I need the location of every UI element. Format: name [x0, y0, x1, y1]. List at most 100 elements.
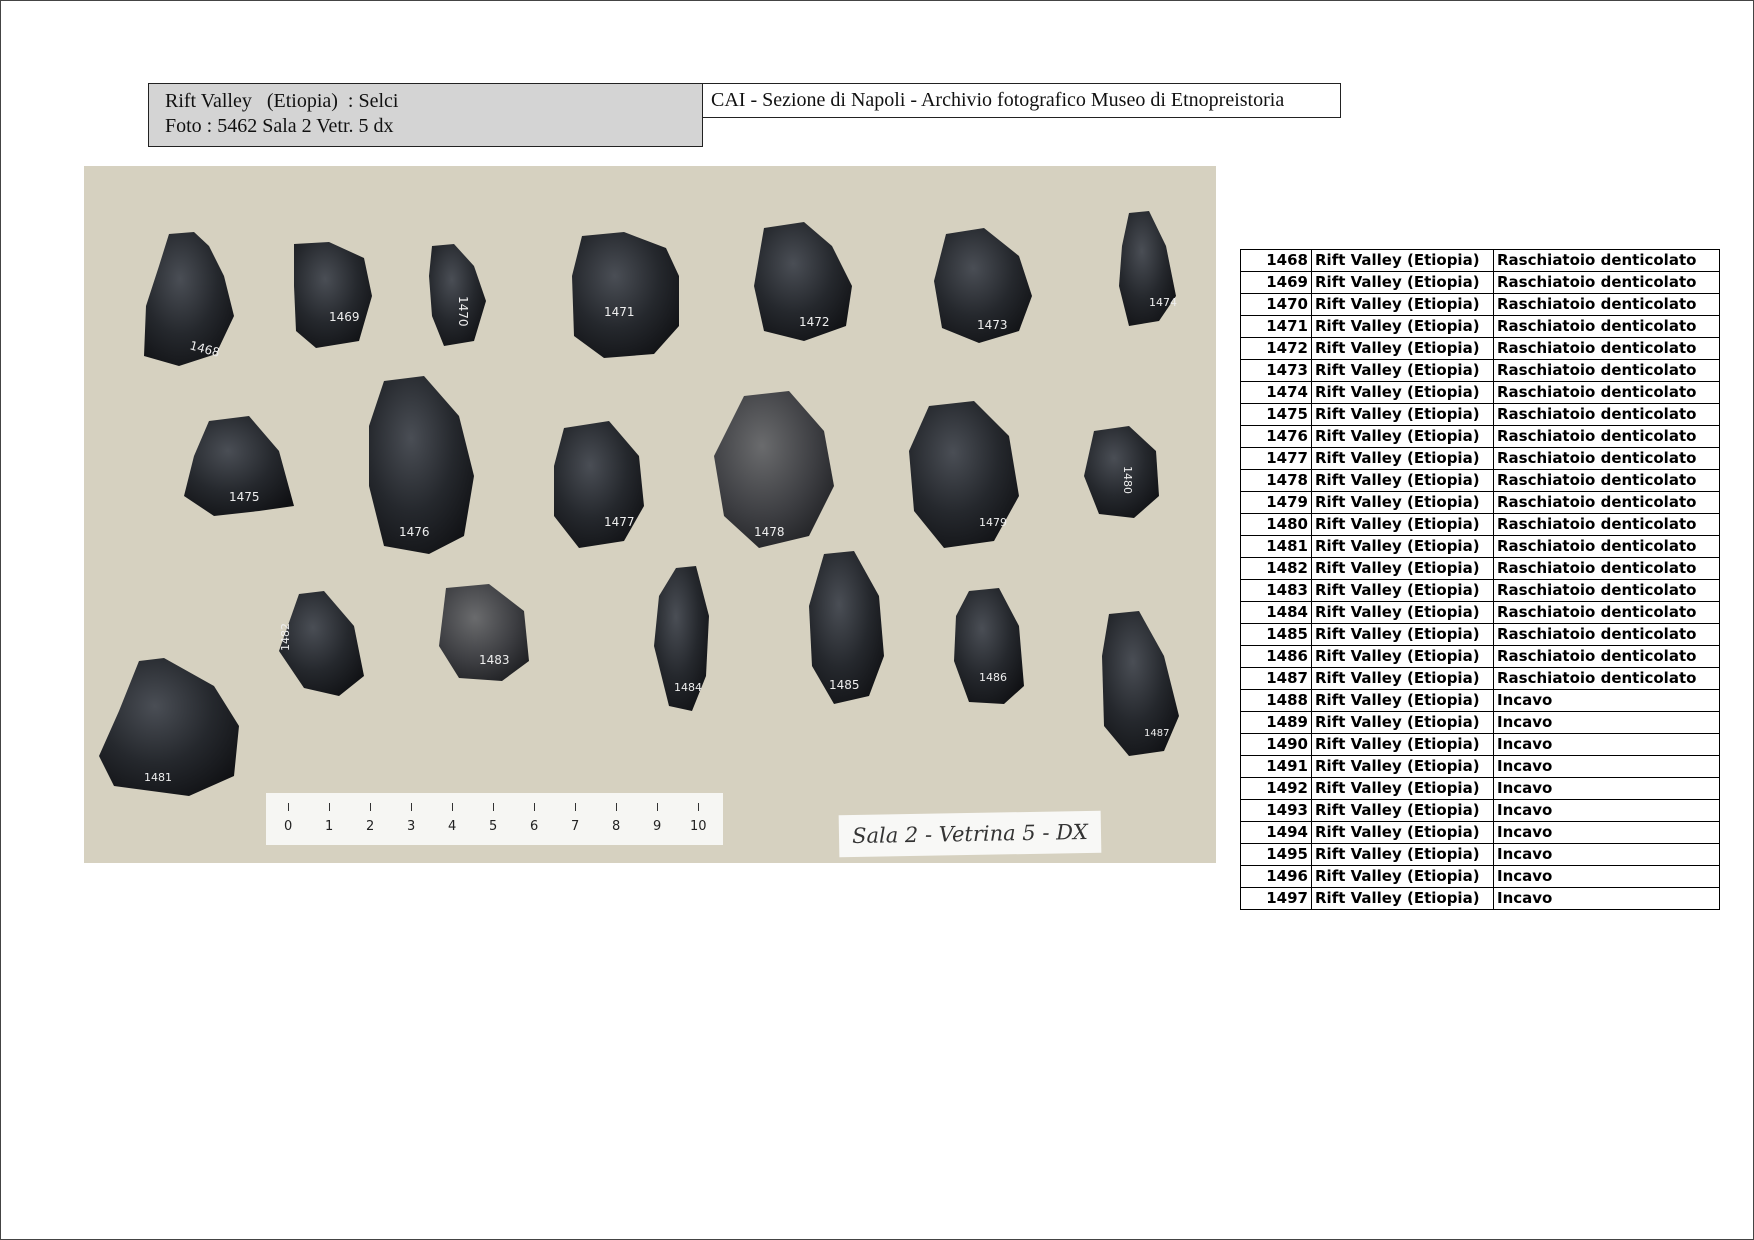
- catalog-type: Raschiatoio denticolato: [1493, 381, 1720, 404]
- ruler-number: 4: [448, 819, 457, 834]
- artifact-1470: 1470: [429, 244, 486, 346]
- table-row: 1481 Rift Valley (Etiopia) Raschiatoio den…: [1240, 535, 1720, 558]
- header-info-box: Rift Valley (Etiopia) : Selci Foto : 546…: [148, 83, 703, 147]
- catalog-location: Rift Valley (Etiopia): [1311, 777, 1494, 800]
- catalog-type: Raschiatoio denticolato: [1493, 359, 1720, 382]
- table-row: 1470 Rift Valley (Etiopia) Raschiatoio den…: [1240, 293, 1720, 316]
- catalog-number: 1484: [1240, 601, 1312, 624]
- catalog-location: Rift Valley (Etiopia): [1311, 315, 1494, 338]
- ruler-number: 0: [284, 819, 293, 834]
- catalog-location: Rift Valley (Etiopia): [1311, 271, 1494, 294]
- catalog-location: Rift Valley (Etiopia): [1311, 821, 1494, 844]
- catalog-location: Rift Valley (Etiopia): [1311, 293, 1494, 316]
- artifact-stones: 1468 1469 1470 1471 1472 1473 1474 1475 …: [99, 211, 1179, 796]
- catalog-type: Raschiatoio denticolato: [1493, 469, 1720, 492]
- catalog-location: Rift Valley (Etiopia): [1311, 843, 1494, 866]
- table-row: 1490 Rift Valley (Etiopia) Incavo: [1240, 733, 1720, 756]
- catalog-location: Rift Valley (Etiopia): [1311, 425, 1494, 448]
- artifact-1476: 1476: [369, 376, 474, 554]
- catalog-type: Incavo: [1493, 755, 1720, 778]
- catalog-number: 1476: [1240, 425, 1312, 448]
- artifact-1486: 1486: [954, 588, 1024, 704]
- catalog-number: 1480: [1240, 513, 1312, 536]
- table-row: 1473 Rift Valley (Etiopia) Raschiatoio den…: [1240, 359, 1720, 382]
- catalog-type: Incavo: [1493, 711, 1720, 734]
- catalog-number: 1489: [1240, 711, 1312, 734]
- catalog-location: Rift Valley (Etiopia): [1311, 645, 1494, 668]
- artifact-1487: 1487: [1102, 611, 1179, 756]
- svg-text:1480: 1480: [1121, 466, 1134, 494]
- catalog-location: Rift Valley (Etiopia): [1311, 623, 1494, 646]
- catalog-location: Rift Valley (Etiopia): [1311, 865, 1494, 888]
- table-row: 1471 Rift Valley (Etiopia) Raschiatoio den…: [1240, 315, 1720, 338]
- catalog-number: 1481: [1240, 535, 1312, 558]
- catalog-number: 1473: [1240, 359, 1312, 382]
- table-row: 1486 Rift Valley (Etiopia) Raschiatoio den…: [1240, 645, 1720, 668]
- header-archive-title: CAI - Sezione di Napoli - Archivio fotog…: [702, 83, 1341, 118]
- catalog-type: Incavo: [1493, 689, 1720, 712]
- ruler-number: 3: [407, 819, 416, 834]
- table-row: 1497 Rift Valley (Etiopia) Incavo: [1240, 887, 1720, 910]
- table-row: 1480 Rift Valley (Etiopia) Raschiatoio den…: [1240, 513, 1720, 536]
- catalog-number: 1485: [1240, 623, 1312, 646]
- catalog-location: Rift Valley (Etiopia): [1311, 249, 1494, 272]
- ruler-number: 1: [325, 819, 334, 834]
- header-location: Rift Valley (Etiopia) :: [165, 90, 354, 112]
- ruler-number: 10: [690, 819, 707, 834]
- table-row: 1475 Rift Valley (Etiopia) Raschiatoio den…: [1240, 403, 1720, 426]
- catalog-number: 1483: [1240, 579, 1312, 602]
- catalog-type: Raschiatoio denticolato: [1493, 623, 1720, 646]
- catalog-type: Raschiatoio denticolato: [1493, 491, 1720, 514]
- catalog-number: 1491: [1240, 755, 1312, 778]
- svg-text:1476: 1476: [399, 525, 430, 539]
- table-row: 1496 Rift Valley (Etiopia) Incavo: [1240, 865, 1720, 888]
- catalog-number: 1470: [1240, 293, 1312, 316]
- catalog-location: Rift Valley (Etiopia): [1311, 799, 1494, 822]
- svg-text:1481: 1481: [144, 771, 172, 784]
- catalog-number: 1490: [1240, 733, 1312, 756]
- catalog-number: 1488: [1240, 689, 1312, 712]
- catalog-type: Raschiatoio denticolato: [1493, 579, 1720, 602]
- catalog-number: 1472: [1240, 337, 1312, 360]
- catalog-type: Raschiatoio denticolato: [1493, 425, 1720, 448]
- table-row: 1468 Rift Valley (Etiopia) Raschiatoio den…: [1240, 249, 1720, 272]
- catalog-location: Rift Valley (Etiopia): [1311, 469, 1494, 492]
- measurement-ruler: 0 1 2 3 4 5 6 7 8 9 10: [266, 793, 723, 845]
- catalog-number: 1471: [1240, 315, 1312, 338]
- catalog-location: Rift Valley (Etiopia): [1311, 711, 1494, 734]
- catalog-type: Raschiatoio denticolato: [1493, 535, 1720, 558]
- artifact-1473: 1473: [934, 228, 1032, 343]
- header-location-line: Rift Valley (Etiopia) : Selci: [165, 89, 686, 114]
- catalog-number: 1479: [1240, 491, 1312, 514]
- svg-text:1484: 1484: [674, 681, 702, 694]
- table-row: 1494 Rift Valley (Etiopia) Incavo: [1240, 821, 1720, 844]
- catalog-type: Incavo: [1493, 799, 1720, 822]
- catalog-location: Rift Valley (Etiopia): [1311, 535, 1494, 558]
- svg-text:1482: 1482: [279, 623, 292, 651]
- catalog-number: 1475: [1240, 403, 1312, 426]
- catalog-location: Rift Valley (Etiopia): [1311, 887, 1494, 910]
- catalog-number: 1495: [1240, 843, 1312, 866]
- table-row: 1492 Rift Valley (Etiopia) Incavo: [1240, 777, 1720, 800]
- catalog-location: Rift Valley (Etiopia): [1311, 513, 1494, 536]
- catalog-table: 1468 Rift Valley (Etiopia) Raschiatoio den…: [1240, 249, 1720, 910]
- svg-text:1474: 1474: [1149, 296, 1177, 309]
- catalog-type: Raschiatoio denticolato: [1493, 271, 1720, 294]
- catalog-type: Raschiatoio denticolato: [1493, 557, 1720, 580]
- catalog-location: Rift Valley (Etiopia): [1311, 491, 1494, 514]
- catalog-type: Raschiatoio denticolato: [1493, 315, 1720, 338]
- svg-text:1475: 1475: [229, 490, 260, 504]
- table-row: 1482 Rift Valley (Etiopia) Raschiatoio den…: [1240, 557, 1720, 580]
- catalog-location: Rift Valley (Etiopia): [1311, 381, 1494, 404]
- catalog-number: 1497: [1240, 887, 1312, 910]
- ruler-number: 2: [366, 819, 375, 834]
- catalog-number: 1474: [1240, 381, 1312, 404]
- svg-text:1473: 1473: [977, 318, 1008, 332]
- table-row: 1487 Rift Valley (Etiopia) Raschiatoio den…: [1240, 667, 1720, 690]
- ruler-number: 5: [489, 819, 498, 834]
- table-row: 1495 Rift Valley (Etiopia) Incavo: [1240, 843, 1720, 866]
- catalog-type: Incavo: [1493, 865, 1720, 888]
- svg-text:1469: 1469: [329, 310, 360, 324]
- catalog-number: 1494: [1240, 821, 1312, 844]
- catalog-type: Incavo: [1493, 843, 1720, 866]
